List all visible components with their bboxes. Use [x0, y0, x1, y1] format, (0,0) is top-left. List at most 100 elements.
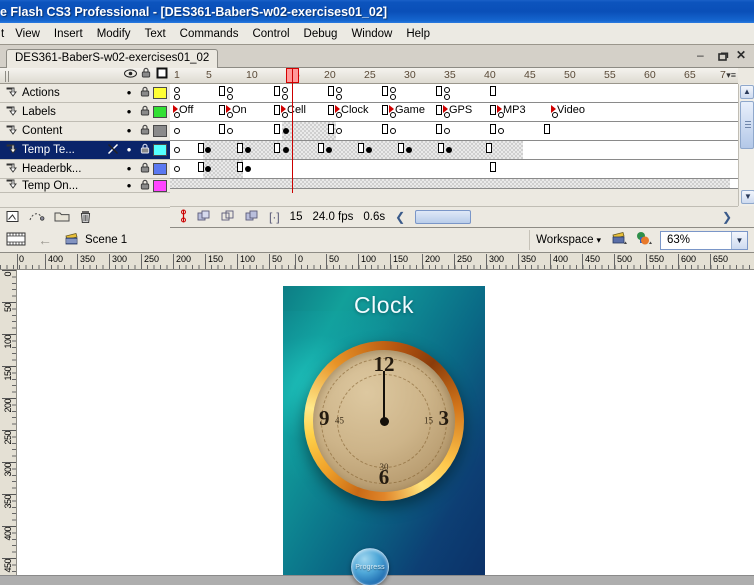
layer-name-temp-text[interactable]: Temp Te... [22, 144, 105, 156]
keyframe[interactable] [245, 147, 251, 153]
layer-color-swatch-labels[interactable] [153, 106, 167, 118]
layer-visibility-toggle[interactable]: • [121, 162, 137, 175]
menu-item-edit[interactable]: t [0, 26, 8, 42]
frame-end-marker[interactable] [274, 143, 280, 153]
empty-keyframe[interactable] [174, 94, 180, 100]
layer-color-swatch-headerbk[interactable] [153, 163, 167, 175]
frame-ruler[interactable]: 1 5 10 15 20 25 30 35 40 45 50 55 60 65 … [170, 68, 738, 84]
frame-end-marker[interactable] [490, 124, 496, 134]
frame-end-marker[interactable] [382, 124, 388, 134]
progress-button[interactable]: Progress [351, 548, 389, 585]
chevron-down-icon[interactable]: ▼ [731, 231, 747, 249]
scene-label[interactable]: Scene 1 [85, 234, 127, 246]
frame-end-marker[interactable] [219, 105, 225, 115]
keyframe[interactable] [326, 147, 332, 153]
new-folder-icon[interactable] [54, 210, 70, 226]
frame-end-marker[interactable] [198, 162, 204, 172]
frame-end-marker[interactable] [328, 105, 334, 115]
frame-end-marker[interactable] [486, 143, 492, 153]
empty-keyframe[interactable] [444, 87, 450, 93]
frame-end-marker[interactable] [436, 86, 442, 96]
back-arrow-icon[interactable]: ← [38, 232, 52, 248]
layer-row-temp-text[interactable]: Temp Te... • [0, 141, 170, 160]
empty-keyframe[interactable] [444, 94, 450, 100]
empty-keyframe[interactable] [227, 87, 233, 93]
layer-color-swatch-actions[interactable] [153, 87, 167, 99]
menu-item-insert[interactable]: Insert [47, 26, 90, 42]
layer-name-temp-on[interactable]: Temp On... [22, 180, 105, 192]
add-motion-guide-icon[interactable] [29, 210, 45, 226]
timeline-menu-icon[interactable]: ▾≡ [726, 70, 736, 81]
minimize-icon[interactable]: – [696, 49, 709, 63]
layer-name-labels[interactable]: Labels [22, 106, 105, 118]
frame-end-marker[interactable] [274, 124, 280, 134]
layer-row-actions[interactable]: Actions • [0, 84, 170, 103]
keyframe[interactable] [446, 147, 452, 153]
empty-keyframe[interactable] [390, 87, 396, 93]
timeline-frames-area[interactable]: 1 5 10 15 20 25 30 35 40 45 50 55 60 65 … [170, 68, 738, 228]
layer-row-content[interactable]: Content • [0, 122, 170, 141]
frame-end-marker[interactable] [382, 105, 388, 115]
edit-symbol-icon[interactable] [635, 231, 652, 249]
menu-item-modify[interactable]: Modify [90, 26, 138, 42]
stage[interactable]: Clock 12 3 6 9 15 30 45 Progress [283, 286, 485, 585]
close-icon[interactable]: ✕ [736, 49, 749, 63]
frame-end-marker[interactable] [219, 86, 225, 96]
modify-onion-markers-icon[interactable] [245, 210, 259, 225]
layer-color-swatch-content[interactable] [153, 125, 167, 137]
frames-grid[interactable]: Off On Cell Clock Game GPS MP3 Video [170, 68, 738, 193]
empty-keyframe[interactable] [174, 87, 180, 93]
empty-keyframe[interactable] [336, 94, 342, 100]
document-tab[interactable]: DES361-BaberS-w02-exercises01_02 [6, 49, 219, 68]
empty-keyframe[interactable] [282, 87, 288, 93]
panel-grip-icon[interactable] [5, 71, 10, 82]
empty-keyframe[interactable] [390, 128, 396, 134]
scroll-down-button[interactable]: ▼ [741, 190, 754, 204]
frame-row-temp-on[interactable] [170, 179, 738, 189]
frame-end-marker[interactable] [490, 86, 496, 96]
keyframe[interactable] [205, 166, 211, 172]
menu-item-commands[interactable]: Commands [173, 26, 246, 42]
scrub-back-icon[interactable]: ❮ [395, 210, 405, 224]
layer-color-swatch-temp-on[interactable] [153, 179, 167, 192]
frame-end-marker[interactable] [328, 124, 334, 134]
scrub-forward-icon[interactable]: ❯ [722, 210, 732, 224]
layer-visibility-toggle[interactable]: • [121, 105, 137, 118]
scroll-thumb[interactable] [740, 101, 754, 149]
empty-keyframe[interactable] [498, 128, 504, 134]
frame-end-marker[interactable] [438, 143, 444, 153]
empty-keyframe[interactable] [227, 128, 233, 134]
outline-icon[interactable] [154, 67, 170, 85]
layer-visibility-toggle[interactable]: • [121, 124, 137, 137]
frame-end-marker[interactable] [274, 105, 280, 115]
frame-end-marker[interactable] [237, 162, 243, 172]
layer-row-labels[interactable]: Labels • [0, 103, 170, 122]
timeline-scrollbar[interactable]: ▲ ▼ [738, 84, 754, 206]
frame-end-marker[interactable] [436, 105, 442, 115]
restore-icon[interactable] [716, 50, 729, 63]
menu-item-debug[interactable]: Debug [297, 26, 345, 42]
empty-keyframe[interactable] [282, 94, 288, 100]
keyframe[interactable] [283, 128, 289, 134]
layer-row-temp-on[interactable]: Temp On... • [0, 179, 170, 193]
frame-end-marker[interactable] [219, 124, 225, 134]
empty-keyframe[interactable] [174, 147, 180, 153]
lock-icon[interactable] [138, 67, 154, 84]
frame-row-temp-text[interactable] [170, 141, 738, 160]
layer-name-actions[interactable]: Actions [22, 87, 105, 99]
layer-lock-toggle[interactable] [137, 105, 153, 119]
frame-row-headerbk[interactable] [170, 160, 738, 179]
stage-title-text[interactable]: Clock [283, 292, 485, 319]
onion-skin-icon[interactable] [180, 209, 187, 226]
frame-end-marker[interactable] [398, 143, 404, 153]
frame-end-marker[interactable] [328, 86, 334, 96]
layer-lock-toggle[interactable] [137, 162, 153, 176]
eye-icon[interactable] [122, 68, 138, 84]
edit-multiple-frames-icon[interactable] [221, 210, 235, 225]
chevron-down-icon[interactable]: ▾ [596, 235, 601, 246]
scroll-up-button[interactable]: ▲ [740, 85, 754, 99]
layer-visibility-toggle[interactable]: • [121, 179, 137, 192]
empty-keyframe[interactable] [336, 87, 342, 93]
trash-icon[interactable] [79, 210, 92, 227]
keyframe[interactable] [283, 147, 289, 153]
